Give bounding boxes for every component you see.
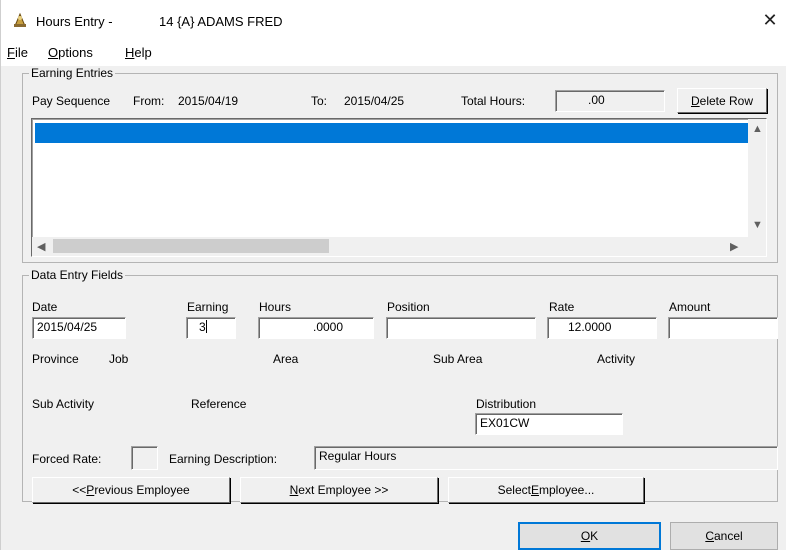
earning-value: 3: [199, 320, 206, 334]
total-hours-label: Total Hours:: [461, 94, 526, 108]
hours-entry-window: Hours Entry - 14 {A} ADAMS FRED ✕ File O…: [0, 0, 786, 550]
job-label: Job: [109, 352, 129, 366]
menu-help-accel: H: [125, 45, 135, 60]
area-label: Area: [273, 352, 299, 366]
menu-help-label: elp: [134, 45, 152, 60]
total-hours-value: .00: [555, 90, 665, 112]
position-label: Position: [387, 300, 430, 314]
cancel-label: ancel: [713, 529, 743, 543]
scroll-right-icon[interactable]: ▶: [730, 240, 738, 253]
earning-entries-list[interactable]: ▲ ▼ ◀ ▶: [31, 118, 767, 257]
cancel-button[interactable]: Cancel: [670, 522, 778, 550]
delete-row-button[interactable]: Delete Row: [677, 88, 767, 113]
text-cursor: [205, 320, 207, 333]
cancel-accel: C: [705, 529, 714, 543]
amount-label: Amount: [669, 300, 711, 314]
activity-label: Activity: [597, 352, 636, 366]
previous-employee-accel: P: [86, 483, 95, 497]
menu-file[interactable]: File: [7, 45, 28, 60]
forced-rate-label: Forced Rate:: [32, 452, 102, 466]
menu-bar: File Options Help: [1, 40, 786, 66]
earning-entries-title: Earning Entries: [29, 66, 116, 80]
from-label: From:: [133, 94, 165, 108]
window-title: Hours Entry -: [36, 14, 113, 29]
scroll-down-icon[interactable]: ▼: [752, 219, 763, 231]
menu-options-accel: O: [48, 45, 59, 60]
ok-label: K: [590, 529, 599, 543]
menu-file-label: ile: [14, 45, 28, 60]
menu-help[interactable]: Help: [125, 45, 152, 60]
rate-field[interactable]: 12.0000: [547, 317, 657, 339]
sub-area-label: Sub Area: [433, 352, 483, 366]
select-employee-accel: E: [530, 483, 539, 497]
horizontal-scroll-thumb[interactable]: [53, 239, 329, 253]
hours-field[interactable]: .0000: [258, 317, 374, 339]
next-employee-accel: N: [289, 483, 299, 497]
from-date: 2015/04/19: [178, 94, 239, 108]
province-label: Province: [32, 352, 79, 366]
scroll-left-icon[interactable]: ◀: [37, 240, 45, 253]
select-employee-label: mployee...: [539, 483, 595, 497]
forced-rate-field[interactable]: [131, 446, 158, 470]
scroll-up-icon[interactable]: ▲: [752, 123, 763, 135]
close-icon[interactable]: ✕: [753, 6, 786, 36]
to-date: 2015/04/25: [344, 94, 405, 108]
position-field[interactable]: [386, 317, 536, 339]
menu-options-label: ptions: [58, 45, 93, 60]
window-employee: 14 {A} ADAMS FRED: [159, 14, 283, 29]
earning-label: Earning: [187, 300, 229, 314]
date-field[interactable]: 2015/04/25: [32, 317, 126, 339]
earning-description-label: Earning Description:: [169, 452, 278, 466]
select-employee-button[interactable]: Select Employee...: [448, 477, 644, 503]
scroll-corner: [748, 237, 766, 256]
previous-employee-prefix: <<: [72, 483, 87, 497]
amount-field[interactable]: [668, 317, 778, 339]
earning-description-field: Regular Hours: [314, 446, 778, 470]
delete-row-accel: D: [690, 93, 700, 108]
reference-label: Reference: [191, 397, 247, 411]
ok-button[interactable]: OK: [518, 522, 661, 550]
previous-employee-button[interactable]: << Previous Employee: [32, 477, 230, 503]
to-label: To:: [311, 94, 328, 108]
ok-accel: O: [580, 529, 591, 543]
earning-field[interactable]: 3: [186, 317, 236, 339]
pay-sequence-label: Pay Sequence: [32, 94, 111, 108]
menu-file-accel: F: [7, 45, 15, 60]
selected-list-row[interactable]: [35, 123, 748, 143]
sub-activity-label: Sub Activity: [32, 397, 95, 411]
distribution-label: Distribution: [476, 397, 537, 411]
previous-employee-label: revious Employee: [94, 483, 190, 497]
next-employee-button[interactable]: Next Employee >>: [240, 477, 438, 503]
hours-entry-icon: [14, 12, 26, 27]
menu-options[interactable]: Options: [48, 45, 93, 60]
select-employee-prefix: Select: [497, 483, 531, 497]
rate-label: Rate: [549, 300, 575, 314]
title-bar: Hours Entry - 14 {A} ADAMS FRED ✕: [1, 0, 786, 40]
next-employee-label: ext Employee >>: [298, 483, 389, 497]
date-label: Date: [32, 300, 58, 314]
distribution-field[interactable]: EX01CW: [475, 413, 623, 435]
vertical-scrollbar[interactable]: ▲ ▼: [748, 119, 766, 237]
hours-label: Hours: [259, 300, 292, 314]
delete-row-label: elete Row: [699, 93, 754, 108]
horizontal-scrollbar[interactable]: ◀ ▶: [32, 237, 749, 256]
data-entry-title: Data Entry Fields: [29, 268, 126, 282]
